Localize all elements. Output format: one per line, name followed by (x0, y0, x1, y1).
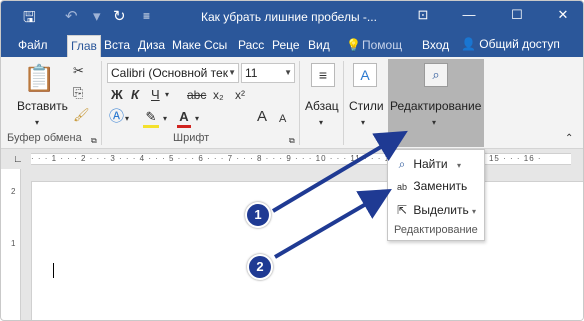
word-window: 🖫 ↶ ▾ ↻ ≡ Как убрать лишние пробелы -...… (0, 0, 584, 321)
arrow-to-editing (271, 130, 408, 213)
step-badge-1: 1 (245, 202, 271, 228)
step-badge-2: 2 (247, 254, 273, 280)
annotation-arrows (271, 130, 408, 259)
arrow-to-replace (273, 188, 392, 259)
